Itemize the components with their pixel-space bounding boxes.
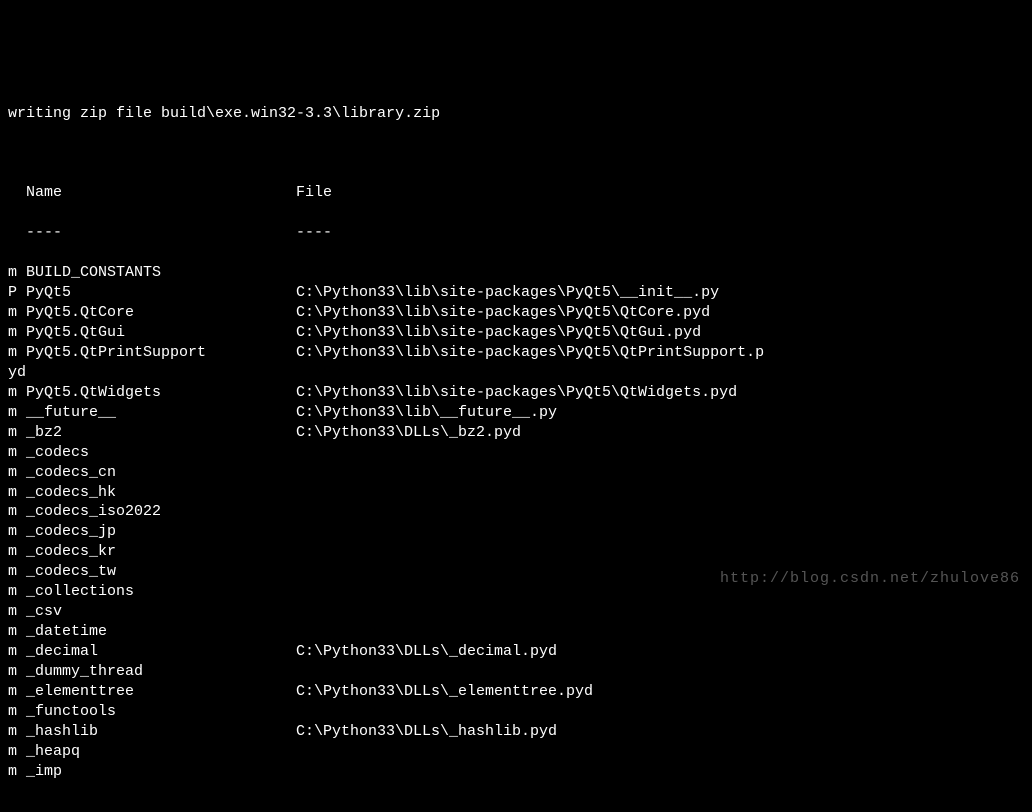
table-row: mBUILD_CONSTANTS [8,263,1024,283]
row-name: PyQt5.QtCore [26,303,296,323]
column-file-dash: ---- [296,223,332,243]
table-row: mPyQt5.QtPrintSupportC:\Python33\lib\sit… [8,343,1024,363]
row-flag: m [8,642,26,662]
table-row: mPyQt5.QtGuiC:\Python33\lib\site-package… [8,323,1024,343]
row-name: _datetime [26,622,296,642]
row-file: C:\Python33\lib\site-packages\PyQt5\QtCo… [296,303,710,323]
row-name: PyQt5.QtPrintSupport [26,343,296,363]
row-file: C:\Python33\DLLs\_elementtree.pyd [296,682,593,702]
table-row: m_csv [8,602,1024,622]
table-row: PPyQt5C:\Python33\lib\site-packages\PyQt… [8,283,1024,303]
row-name: _bz2 [26,423,296,443]
row-name: PyQt5.QtGui [26,323,296,343]
row-flag: m [8,502,26,522]
row-name: _codecs_kr [26,542,296,562]
row-flag: m [8,562,26,582]
row-file: C:\Python33\DLLs\_bz2.pyd [296,423,521,443]
row-flag: m [8,343,26,363]
row-name: _codecs_iso2022 [26,502,296,522]
row-flag: m [8,682,26,702]
row-name: _imp [26,762,296,782]
row-file: C:\Python33\lib\__future__.py [296,403,557,423]
row-flag: m [8,483,26,503]
table-row: m_codecs [8,443,1024,463]
table-row: m_codecs_jp [8,522,1024,542]
row-name: _heapq [26,742,296,762]
row-flag: m [8,463,26,483]
row-name: _decimal [26,642,296,662]
table-row: m_decimalC:\Python33\DLLs\_decimal.pyd [8,642,1024,662]
rows-container: mBUILD_CONSTANTSPPyQt5C:\Python33\lib\si… [8,263,1024,781]
row-name: _functools [26,702,296,722]
row-name: _elementtree [26,682,296,702]
table-row: m_datetime [8,622,1024,642]
row-flag: m [8,443,26,463]
row-file: C:\Python33\DLLs\_decimal.pyd [296,642,557,662]
column-name-header: Name [26,184,62,201]
row-flag: m [8,622,26,642]
table-row: m__future__C:\Python33\lib\__future__.py [8,403,1024,423]
blank-line [8,144,1024,164]
table-row: yd [8,363,1024,383]
table-row: m_imp [8,762,1024,782]
table-row: m_elementtreeC:\Python33\DLLs\_elementtr… [8,682,1024,702]
row-flag: m [8,263,26,283]
row-flag: m [8,303,26,323]
row-name: _codecs_jp [26,522,296,542]
table-row: m_codecs_iso2022 [8,502,1024,522]
row-name: _hashlib [26,722,296,742]
row-flag: m [8,762,26,782]
row-name: _codecs [26,443,296,463]
table-row: m_codecs_cn [8,463,1024,483]
column-name-dash: ---- [26,224,62,241]
table-row: m_codecs_hk [8,483,1024,503]
row-file: C:\Python33\lib\site-packages\PyQt5\QtPr… [296,343,764,363]
row-flag: m [8,542,26,562]
table-row: m_dummy_thread [8,662,1024,682]
row-file: C:\Python33\DLLs\_hashlib.pyd [296,722,557,742]
table-row: m_heapq [8,742,1024,762]
row-name: _codecs_tw [26,562,296,582]
row-flag: m [8,662,26,682]
row-file: C:\Python33\lib\site-packages\PyQt5\__in… [296,283,719,303]
column-header-row: Name File [8,183,1024,203]
row-name: _csv [26,602,296,622]
row-flag: m [8,722,26,742]
table-row: m_codecs_kr [8,542,1024,562]
row-flag: m [8,403,26,423]
table-row: m_functools [8,702,1024,722]
row-flag: m [8,702,26,722]
row-flag: m [8,742,26,762]
row-flag: m [8,423,26,443]
row-name: _dummy_thread [26,662,296,682]
row-flag: m [8,522,26,542]
header-line: writing zip file build\exe.win32-3.3\lib… [8,104,1024,124]
row-flag: P [8,283,26,303]
row-file: C:\Python33\lib\site-packages\PyQt5\QtGu… [296,323,701,343]
table-row: m_bz2C:\Python33\DLLs\_bz2.pyd [8,423,1024,443]
watermark: http://blog.csdn.net/zhulove86 [720,569,1020,589]
row-name: PyQt5.QtWidgets [26,383,296,403]
row-flag: m [8,323,26,343]
wrapped-continuation: yd [8,364,26,381]
row-file: C:\Python33\lib\site-packages\PyQt5\QtWi… [296,383,737,403]
table-row: mPyQt5.QtWidgetsC:\Python33\lib\site-pac… [8,383,1024,403]
row-name: BUILD_CONSTANTS [26,263,296,283]
row-flag: m [8,383,26,403]
column-dash-row: ---- ---- [8,223,1024,243]
column-file-header: File [296,183,332,203]
row-name: _codecs_hk [26,483,296,503]
row-name: _codecs_cn [26,463,296,483]
table-row: mPyQt5.QtCoreC:\Python33\lib\site-packag… [8,303,1024,323]
row-flag: m [8,582,26,602]
row-flag: m [8,602,26,622]
row-name: _collections [26,582,296,602]
row-name: PyQt5 [26,283,296,303]
row-name: __future__ [26,403,296,423]
table-row: m_hashlibC:\Python33\DLLs\_hashlib.pyd [8,722,1024,742]
